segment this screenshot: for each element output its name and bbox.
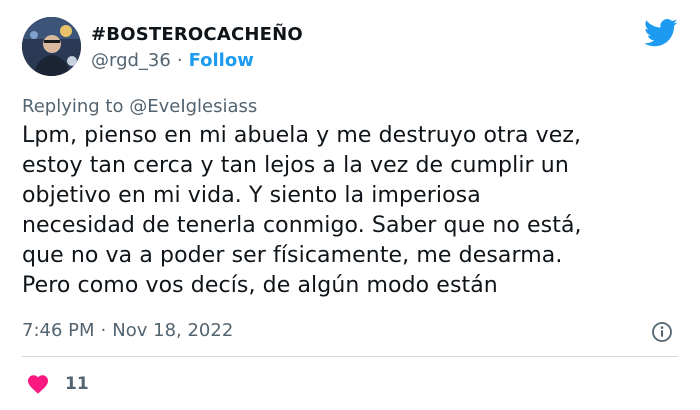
tweet-text-line: necesidad de tenerla conmigo. Saber que … — [22, 213, 582, 238]
tweet-card: #BOSTEROCACHEÑO @rgd_36 · Follow Replying … — [0, 0, 700, 410]
info-circle-icon[interactable] — [651, 321, 673, 343]
separator-dot: · — [100, 320, 107, 341]
tweet-text-line: objetivo en mi vida. Y siento la imperio… — [22, 183, 481, 208]
reply-mention-link[interactable]: @EveIglesiass — [129, 96, 257, 117]
tweet-text-line: estoy tan cerca y tan lejos a la vez de … — [22, 153, 569, 178]
like-count: 11 — [65, 374, 89, 394]
tweet-date: Nov 18, 2022 — [112, 320, 234, 341]
tweet-text-line: Lpm, pienso en mi abuela y me destruyo o… — [22, 123, 582, 148]
tweet-text-line: Pero como vos decís, de algún modo están — [22, 273, 498, 298]
display-name[interactable]: #BOSTEROCACHEÑO — [91, 24, 303, 45]
like-action[interactable]: 11 — [27, 371, 89, 397]
heart-icon[interactable] — [27, 374, 49, 394]
tweet-time: 7:46 PM — [22, 320, 95, 341]
avatar[interactable] — [22, 17, 81, 76]
divider — [22, 356, 678, 357]
twitter-bird-icon[interactable] — [644, 18, 678, 48]
tweet-text: Lpm, pienso en mi abuela y me destruyo o… — [22, 121, 682, 301]
tweet-text-line: que no va a poder ser físicamente, me de… — [22, 243, 563, 268]
user-handle[interactable]: @rgd_36 — [91, 50, 171, 71]
replying-to: Replying to @EveIglesiass — [22, 96, 257, 117]
separator-dot: · — [176, 50, 183, 71]
follow-button[interactable]: Follow — [189, 50, 254, 71]
tweet-timestamp[interactable]: 7:46 PM · Nov 18, 2022 — [22, 320, 233, 341]
avatar-image — [22, 17, 81, 76]
handle-row: @rgd_36 · Follow — [91, 50, 254, 71]
replying-prefix: Replying to — [22, 96, 124, 117]
